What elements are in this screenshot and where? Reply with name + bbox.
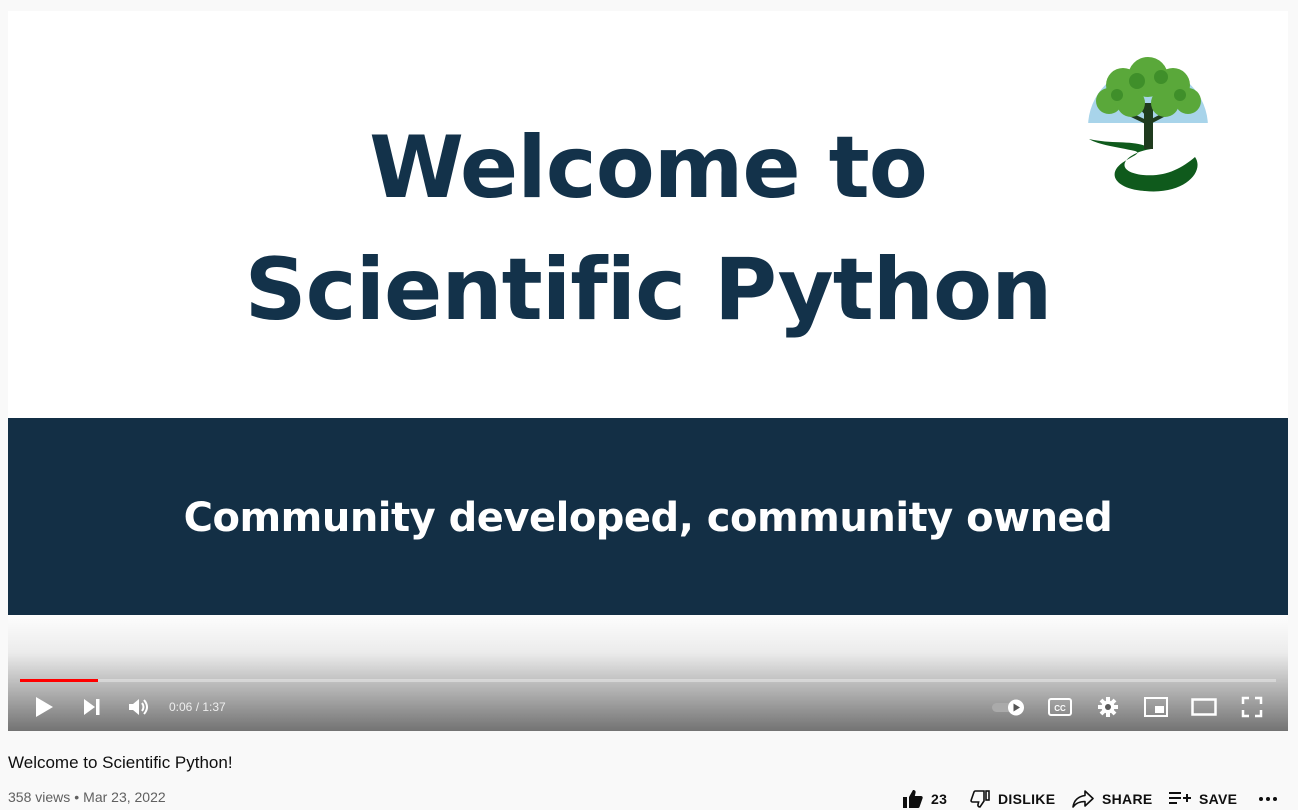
volume-icon [129,699,148,715]
miniplayer-button[interactable] [1142,694,1170,720]
time-separator: / [192,700,203,714]
like-count: 23 [931,791,948,807]
miniplayer-icon [1144,697,1168,717]
video-title: Welcome to Scientific Python! [8,753,233,772]
video-player[interactable]: Welcome to Scientific Python Community d… [8,11,1288,731]
theater-button[interactable] [1189,694,1219,720]
meta-separator: • [74,789,80,805]
save-label: SAVE [1199,791,1238,807]
dislike-label: DISLIKE [998,791,1056,807]
volume-button[interactable] [125,694,153,720]
svg-text:CC: CC [1054,704,1066,713]
thumbs-up-icon [903,790,923,808]
fullscreen-button[interactable] [1238,694,1266,720]
more-actions-button[interactable] [1258,789,1286,809]
dislike-button[interactable]: DISLIKE [970,789,1055,809]
view-count: 358 views [8,789,71,805]
autoplay-toggle[interactable] [990,694,1028,720]
slide-tagline: Community developed, community owned [183,495,1113,541]
video-meta: 358 views • Mar 23, 2022 [8,788,166,806]
current-time: 0:06 [169,700,193,714]
slide-title-line-2: Scientific Python [244,240,1053,340]
scientific-python-logo [1085,57,1211,195]
slide-header: Welcome to Scientific Python [8,11,1288,418]
playlist-add-icon [1169,792,1191,804]
settings-button[interactable] [1094,694,1122,720]
fullscreen-icon [1241,696,1263,718]
like-button[interactable]: 23 [903,789,947,809]
share-button[interactable]: SHARE [1072,789,1153,809]
play-button[interactable] [30,694,58,720]
more-horizontal-icon [1259,797,1277,801]
settings-icon [1098,697,1118,717]
progress-bar[interactable] [20,679,1276,682]
subtitles-button[interactable]: CC [1046,694,1074,720]
time-display: 0:06 / 1:37 [169,699,226,715]
share-label: SHARE [1102,791,1153,807]
tagline-band: Community developed, community owned [8,418,1288,615]
upload-date: Mar 23, 2022 [83,789,166,805]
share-icon [1072,790,1094,808]
next-button[interactable] [78,694,106,720]
duration: 1:37 [202,700,226,714]
theater-icon [1191,698,1217,716]
subtitles-icon: CC [1048,698,1072,716]
save-button[interactable]: SAVE [1169,789,1237,809]
next-icon [84,699,100,715]
play-icon [36,697,53,717]
progress-played [20,679,98,682]
thumbs-down-icon [970,790,990,808]
autoplay-toggle-icon [992,699,1024,716]
